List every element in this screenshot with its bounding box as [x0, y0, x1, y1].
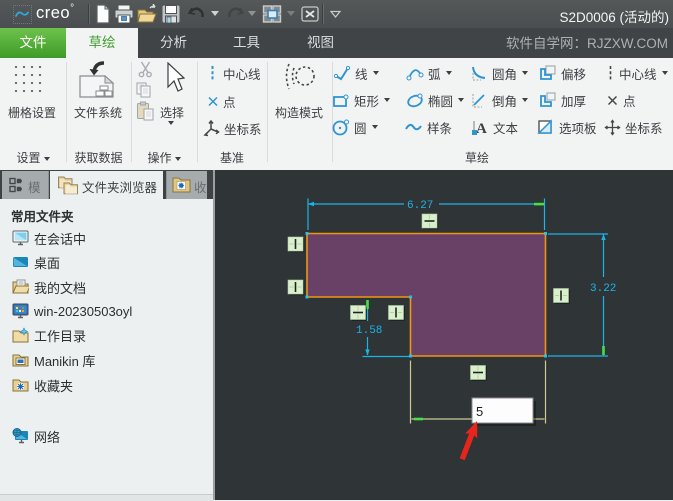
svg-text:3.22: 3.22 — [590, 283, 616, 295]
svg-text:5: 5 — [476, 404, 483, 419]
svg-text:1.58: 1.58 — [356, 325, 382, 337]
svg-text:6.27: 6.27 — [407, 200, 433, 212]
svg-text:A: A — [476, 121, 487, 135]
